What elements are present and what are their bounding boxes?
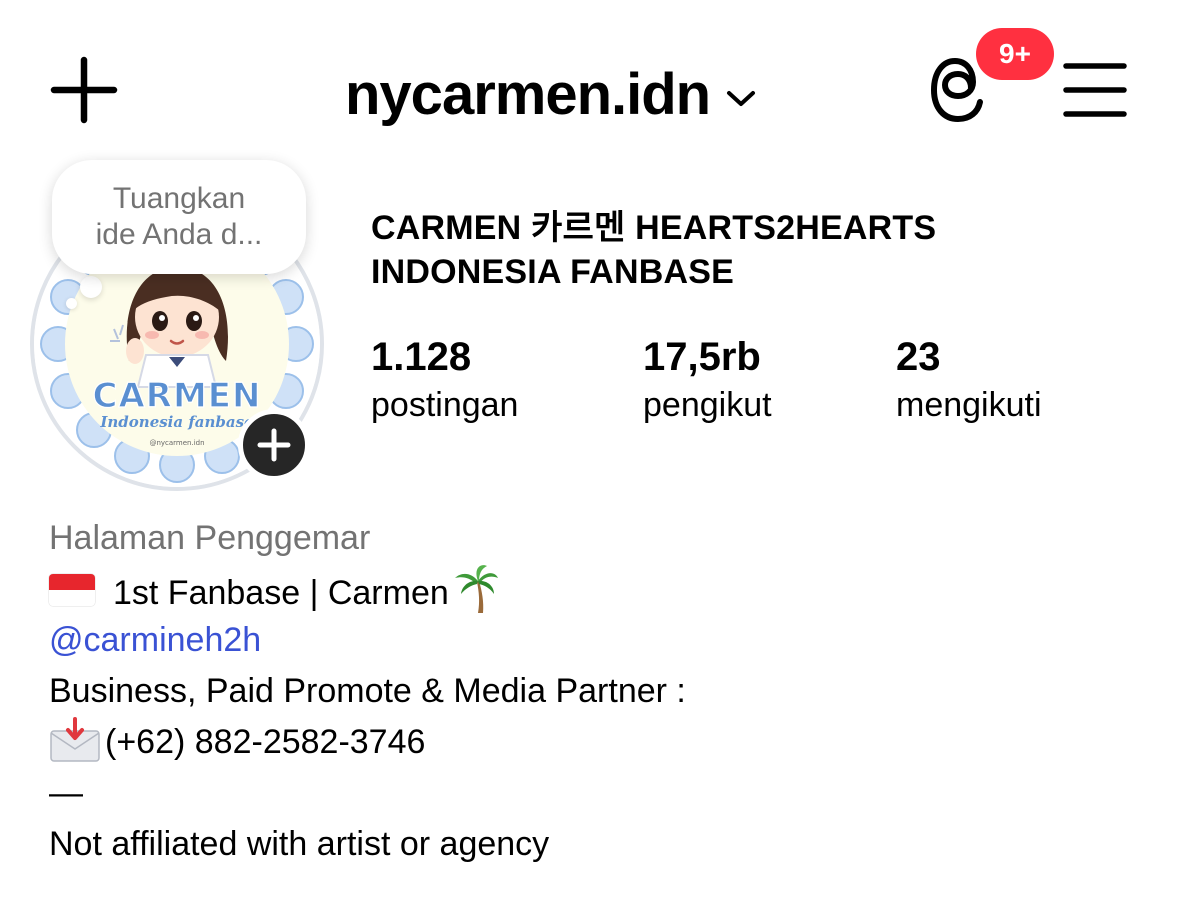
display-name: CARMEN 카르멘 HEARTS2HEARTS INDONESIA FANBA… [371,206,1071,294]
username: nycarmen.idn [345,62,711,127]
hamburger-menu-icon [1063,63,1127,117]
envelope-with-arrow-icon [50,717,100,762]
account-switcher[interactable]: nycarmen.idn [345,55,756,135]
followers-label: pengikut [643,386,772,424]
note-bubble-tail [80,276,102,298]
posts-label: postingan [371,386,519,424]
bio-fanbase-text: 1st Fanbase | Carmen [113,574,449,612]
note-bubble[interactable]: Tuangkan ide Anda d... [52,160,306,274]
indonesia-flag-icon [49,574,95,606]
posts-count: 1.128 [371,335,472,379]
bio-phone-line: (+62) 882-2582-3746 [49,717,1149,768]
chevron-down-icon [727,91,756,106]
bio-disclaimer: Not affiliated with artist or agency [49,825,550,863]
bio-separator: — [49,774,83,812]
posts-stat[interactable]: 1.128 postingan [371,334,518,428]
create-button[interactable] [50,56,118,124]
bio-business-line: Business, Paid Promote & Media Partner : [49,672,686,710]
bio-line-fanbase: 1st Fanbase | Carmen [49,564,1149,615]
svg-text:CARMEN: CARMEN [93,376,262,416]
following-stat[interactable]: 23 mengikuti [896,334,1042,428]
note-text-line1: Tuangkan [112,182,246,215]
bio-mention-link[interactable]: @carmineh2h [49,615,1149,666]
display-name-line2: INDONESIA FANBASE [371,253,734,291]
note-text-line2: ide Anda d... [95,218,263,251]
note-bubble-tail-small [66,298,77,309]
following-count: 23 [896,335,941,379]
menu-button[interactable] [1062,60,1128,120]
followers-stat[interactable]: 17,5rb pengikut [643,334,772,428]
display-name-line1: CARMEN 카르멘 HEARTS2HEARTS [371,209,937,247]
plus-icon [50,56,118,124]
category-label: Halaman Penggemar [49,519,371,557]
bio: Halaman Penggemar 1st Fanbase | Carmen @… [49,513,1149,870]
palm-tree-icon [454,565,498,613]
followers-count: 17,5rb [643,335,761,379]
following-label: mengikuti [896,386,1042,424]
notification-badge: 9+ [976,28,1054,80]
plus-icon [257,428,291,462]
bio-phone-number: (+62) 882-2582-3746 [105,723,426,761]
add-story-button[interactable] [238,409,310,481]
svg-text:@nycarmen.idn: @nycarmen.idn [149,439,204,447]
svg-text:Indonesia fanbase: Indonesia fanbase [99,413,253,431]
